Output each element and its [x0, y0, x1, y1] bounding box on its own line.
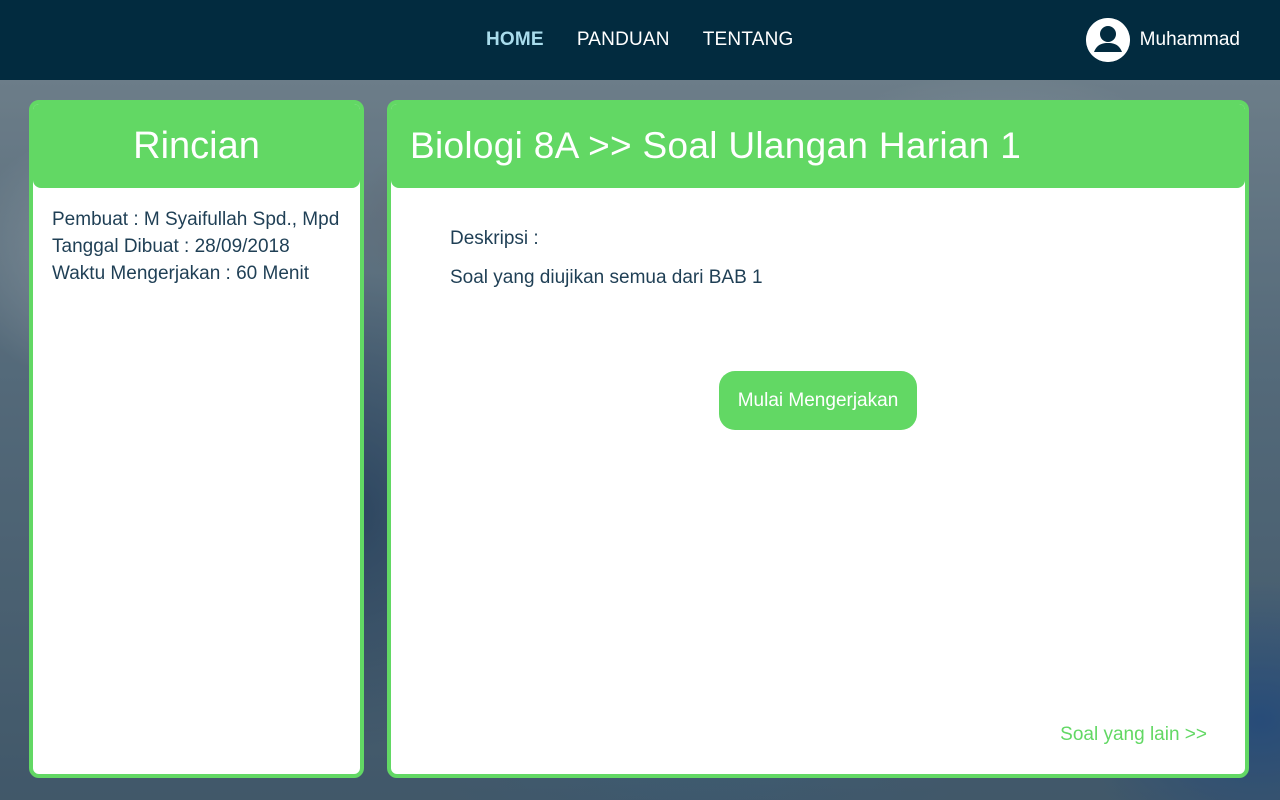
details-list: Pembuat : M Syaifullah Spd., Mpd Tanggal…	[33, 188, 360, 287]
duration-text: Waktu Mengerjakan : 60 Menit	[52, 263, 309, 284]
nav-home[interactable]: HOME	[486, 29, 544, 51]
nav-panduan[interactable]: PANDUAN	[577, 29, 670, 51]
creator-text: Pembuat : M Syaifullah Spd., Mpd	[52, 209, 340, 230]
details-card-header: Rincian	[33, 104, 360, 188]
quiz-card: Biologi 8A >> Soal Ulangan Harian 1 Desk…	[387, 100, 1249, 778]
details-card-title: Rincian	[133, 124, 260, 167]
date-created-text: Tanggal Dibuat : 28/09/2018	[52, 236, 290, 257]
description-label: Deskripsi :	[450, 228, 539, 249]
quiz-card-header: Biologi 8A >> Soal Ulangan Harian 1	[391, 104, 1245, 188]
start-quiz-button[interactable]: Mulai Mengerjakan	[719, 371, 917, 430]
user-menu[interactable]: Muhammad	[1085, 18, 1240, 62]
user-name: Muhammad	[1139, 29, 1240, 50]
description-text: Soal yang diujikan semua dari BAB 1	[450, 267, 763, 288]
quiz-title: Biologi 8A >> Soal Ulangan Harian 1	[410, 125, 1022, 166]
top-navbar: HOME PANDUAN TENTANG Muhammad	[0, 0, 1280, 80]
details-card: Rincian Pembuat : M Syaifullah Spd., Mpd…	[29, 100, 364, 778]
nav-tentang[interactable]: TENTANG	[703, 29, 794, 51]
user-circle-icon	[1085, 18, 1130, 62]
nav-links: HOME PANDUAN TENTANG	[486, 0, 831, 80]
other-quizzes-link[interactable]: Soal yang lain >>	[1060, 724, 1207, 746]
